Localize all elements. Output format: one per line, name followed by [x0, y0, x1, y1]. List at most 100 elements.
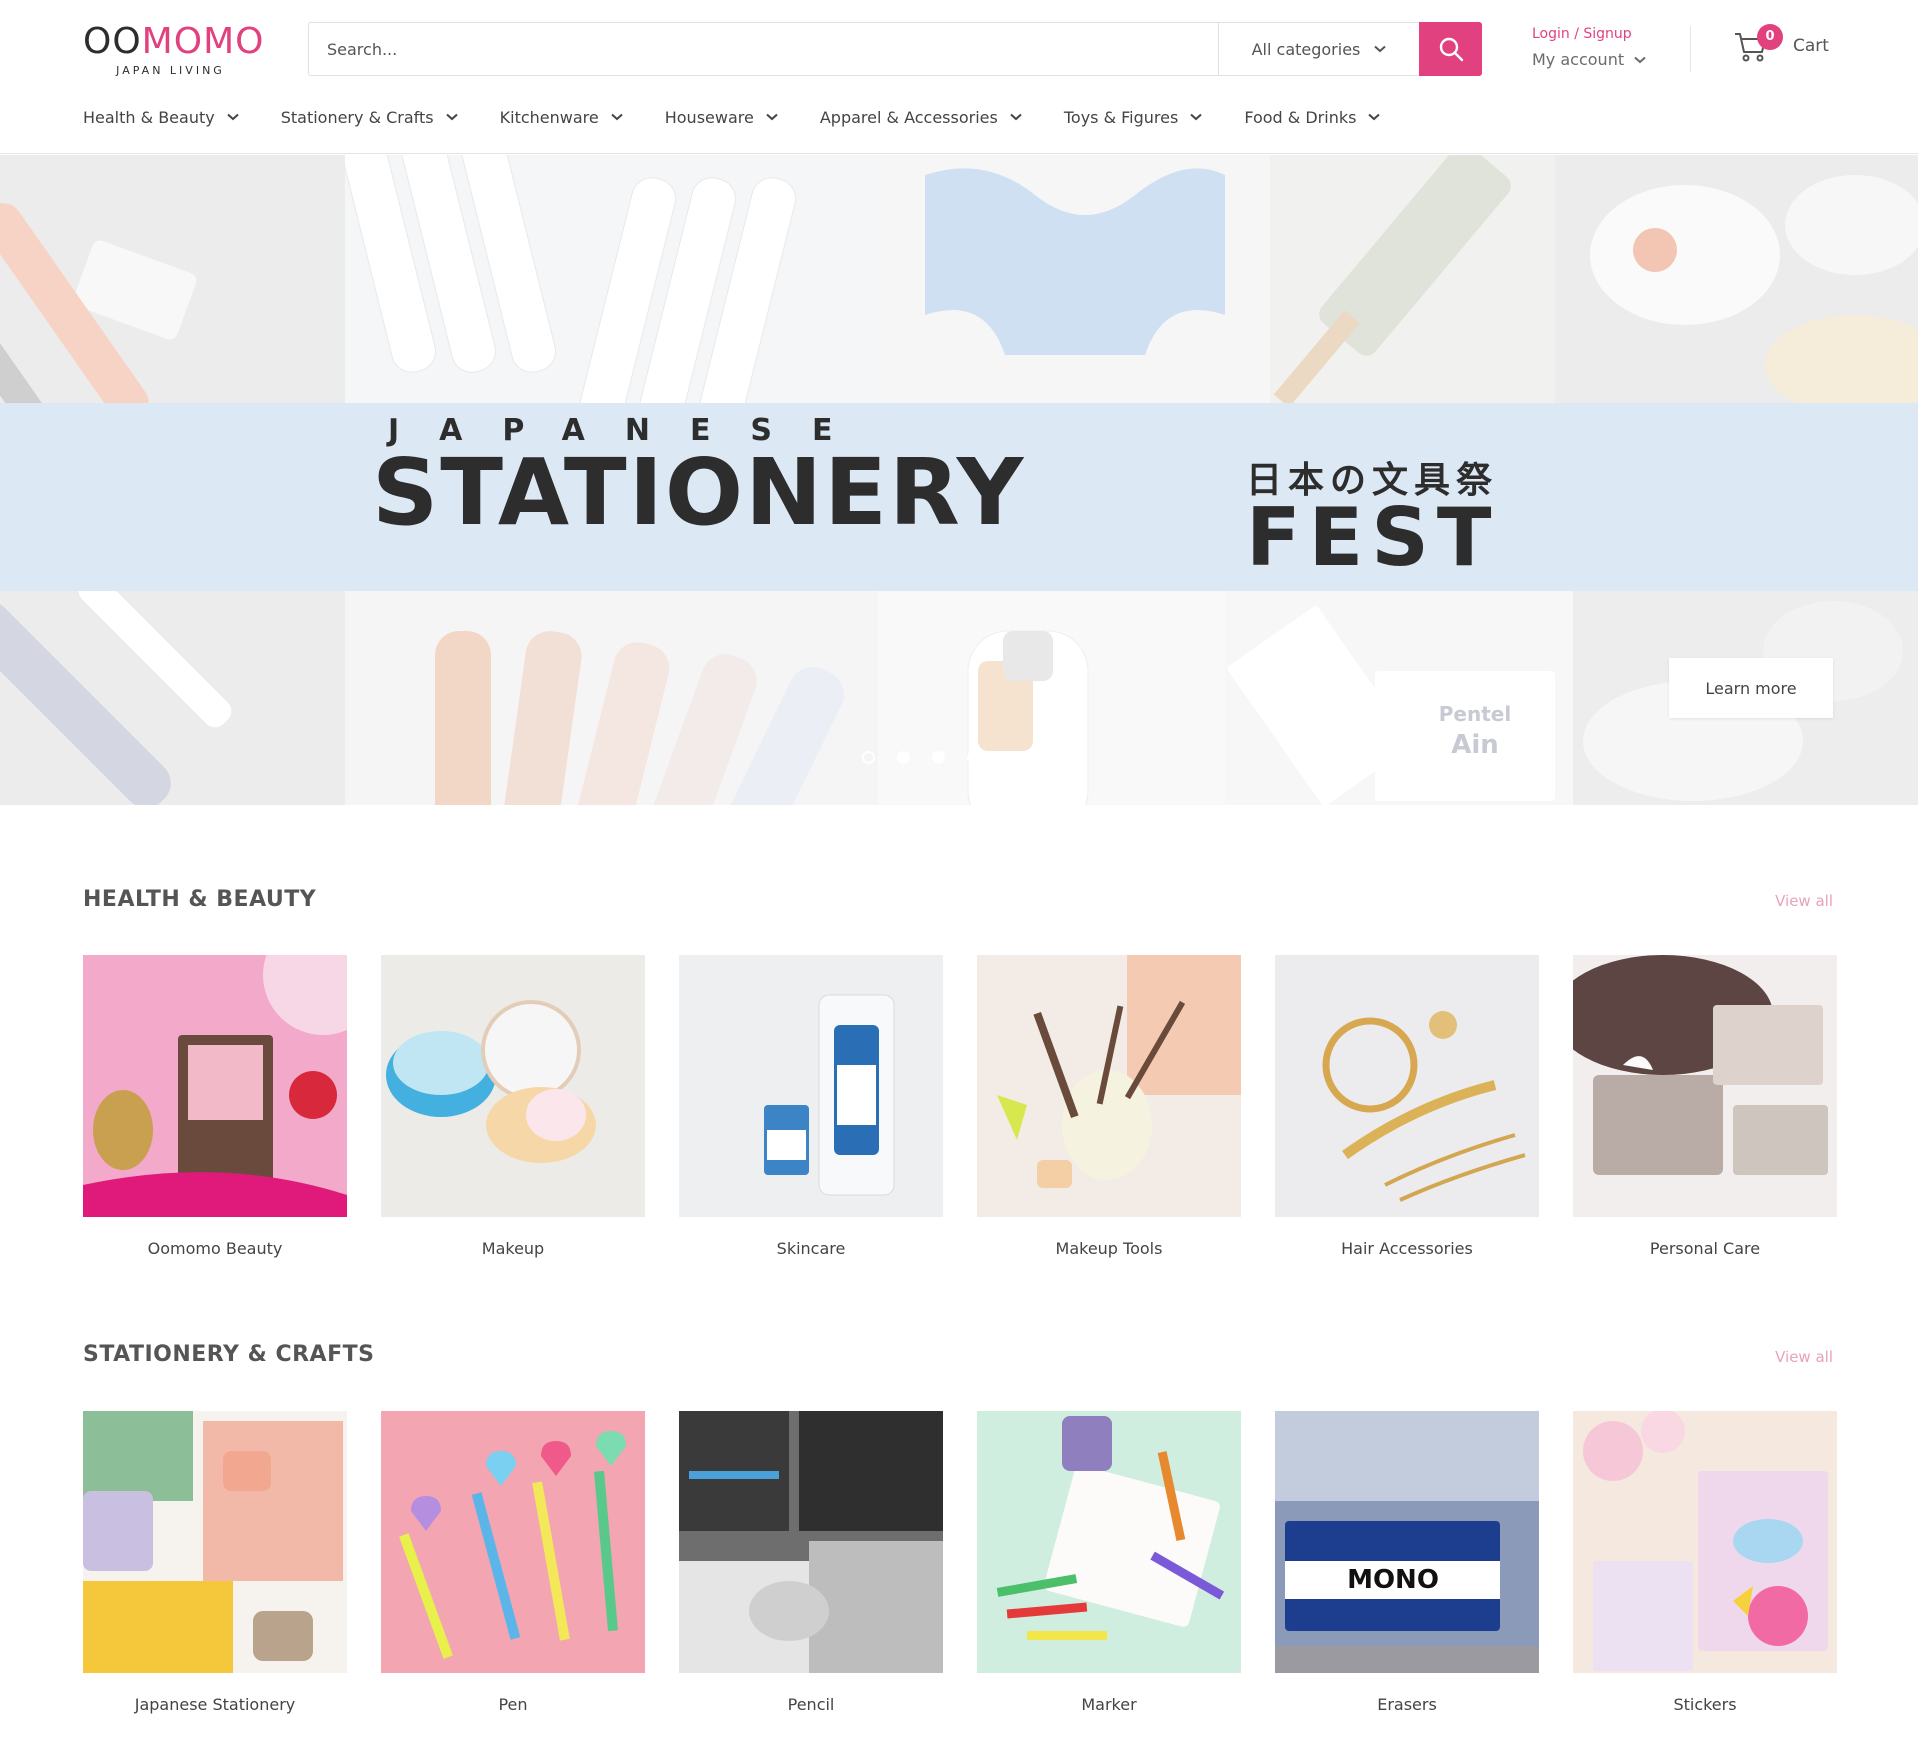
oomomo-logo[interactable]: OOMOMO JAPAN LIVING [83, 21, 265, 78]
category-card-stickers[interactable]: Stickers [1573, 1411, 1837, 1714]
nav-item-toys-figures[interactable]: Toys & Figures [1064, 108, 1202, 127]
cart-icon: 0 [1733, 24, 1783, 64]
nav-item-label: Apparel & Accessories [819, 107, 998, 127]
svg-text:MONO: MONO [1347, 1565, 1439, 1595]
banner-photo-markers [337, 155, 885, 433]
logo-wordmark: OOMOMO [83, 21, 265, 62]
search-input[interactable] [309, 23, 1218, 75]
banner-title-big: STATIONERY [372, 439, 1026, 546]
nav-item-label: Health & Beauty [83, 107, 215, 127]
cart-link[interactable]: 0 Cart [1733, 24, 1829, 64]
category-card-oomomo-beauty[interactable]: Oomomo Beauty [83, 955, 347, 1258]
nav-item-label: Toys & Figures [1063, 107, 1179, 127]
slider-dot[interactable] [967, 751, 980, 764]
account-menu: Login / Signup My account [1532, 26, 1646, 69]
search-icon [1439, 37, 1463, 62]
site-header: OOMOMO JAPAN LIVING All categories Login… [0, 0, 1918, 154]
slider-pagination [862, 751, 1050, 764]
category-label: Erasers [1377, 1695, 1437, 1714]
slider-dot[interactable] [862, 751, 875, 764]
banner-title-fest: FEST [1246, 491, 1500, 584]
category-grid-stationery-crafts: Japanese Stationery Pen Pencil Marker MO… [83, 1411, 1837, 1714]
chevron-down-icon [1374, 45, 1387, 53]
nav-item-food-drinks[interactable]: Food & Drinks [1244, 107, 1381, 127]
category-card-makeup[interactable]: Makeup [381, 955, 645, 1258]
login-signup-link[interactable]: Login / Signup [1532, 26, 1646, 42]
chevron-down-icon [227, 113, 239, 121]
nav-item-label: Stationery & Crafts [280, 107, 434, 127]
logo-tagline: JAPAN LIVING [116, 64, 225, 77]
my-account-label: My account [1532, 50, 1625, 69]
category-image [83, 955, 347, 1217]
nav-item-label: Houseware [664, 107, 754, 127]
banner-photo-clip [885, 155, 1270, 403]
chevron-down-icon [1190, 113, 1202, 121]
chevron-down-icon [1634, 56, 1646, 63]
category-image [1573, 955, 1837, 1217]
category-image [83, 1411, 347, 1673]
learn-more-button[interactable]: Learn more [1669, 658, 1833, 718]
banner-photo-pens [0, 155, 345, 490]
cart-count-badge: 0 [1757, 24, 1783, 50]
category-image [1573, 1411, 1837, 1673]
search-bar: All categories [308, 22, 1482, 76]
view-all-health-beauty-link[interactable]: View all [1775, 892, 1833, 910]
category-label: Pencil [787, 1695, 835, 1714]
nav-item-label: Food & Drinks [1244, 107, 1357, 127]
category-select-value: All categories [1251, 39, 1361, 59]
chevron-down-icon [1010, 113, 1022, 121]
nav-item-kitchenware[interactable]: Kitchenware [500, 108, 623, 127]
search-button[interactable] [1419, 22, 1482, 76]
slider-dot[interactable] [932, 751, 945, 764]
category-label: Hair Accessories [1341, 1239, 1473, 1258]
category-card-erasers[interactable]: MONO Erasers [1275, 1411, 1539, 1714]
category-label: Personal Care [1649, 1239, 1761, 1258]
my-account-dropdown[interactable]: My account [1532, 50, 1646, 69]
cart-label: Cart [1793, 36, 1829, 56]
nav-item-apparel-accessories[interactable]: Apparel & Accessories [820, 108, 1022, 127]
category-image: MONO [1275, 1411, 1539, 1673]
chevron-down-icon [445, 113, 458, 121]
nav-item-houseware[interactable]: Houseware [665, 108, 778, 127]
category-image [381, 955, 645, 1217]
category-image [679, 1411, 943, 1673]
nav-item-health-beauty[interactable]: Health & Beauty [83, 108, 239, 127]
nav-item-label: Kitchenware [499, 107, 599, 127]
header-divider [1690, 26, 1691, 72]
category-image [679, 955, 943, 1217]
category-card-skincare[interactable]: Skincare [679, 955, 943, 1258]
category-label: Makeup Tools [1055, 1239, 1163, 1258]
category-image [1275, 955, 1539, 1217]
category-card-makeup-tools[interactable]: Makeup Tools [977, 955, 1241, 1258]
banner-photo-plush [1555, 155, 1918, 415]
category-card-marker[interactable]: Marker [977, 1411, 1241, 1714]
chevron-down-icon [766, 113, 778, 121]
slider-dot[interactable] [1002, 751, 1015, 764]
svg-text:Pentel: Pentel [1439, 702, 1511, 726]
category-grid-health-beauty: Oomomo Beauty Makeup Skincare Makeup Too… [83, 955, 1837, 1258]
view-all-stationery-crafts-link[interactable]: View all [1775, 1348, 1833, 1366]
category-label: Marker [1081, 1695, 1137, 1714]
category-card-hair-accessories[interactable]: Hair Accessories [1275, 955, 1539, 1258]
chevron-down-icon [611, 113, 623, 121]
banner-photo-erasers: Pentel Ain [1225, 591, 1573, 805]
category-card-pen[interactable]: Pen [381, 1411, 645, 1714]
category-card-japanese-stationery[interactable]: Japanese Stationery [83, 1411, 347, 1714]
slider-dot[interactable] [1037, 751, 1050, 764]
category-label: Oomomo Beauty [147, 1239, 283, 1258]
section-title-health-beauty: HEALTH & BEAUTY [83, 887, 317, 912]
category-card-pencil[interactable]: Pencil [679, 1411, 943, 1714]
slider-dot[interactable] [897, 751, 910, 764]
category-card-personal-care[interactable]: Personal Care [1573, 955, 1837, 1258]
category-label: Japanese Stationery [134, 1695, 296, 1714]
hero-banner-slider[interactable]: Pentel Ain JAPANESE STATIONERY 日本の文具祭 FES… [0, 155, 1918, 805]
banner-photo-glue [878, 591, 1225, 805]
main-nav: Health & Beauty Stationery & Crafts Kitc… [83, 102, 1422, 132]
svg-text:Ain: Ain [1451, 730, 1499, 760]
category-select[interactable]: All categories [1218, 23, 1419, 75]
section-title-stationery-crafts: STATIONERY & CRAFTS [83, 1342, 375, 1367]
category-label: Skincare [776, 1239, 846, 1258]
nav-item-stationery-crafts[interactable]: Stationery & Crafts [281, 108, 458, 127]
category-image [977, 955, 1241, 1217]
banner-photo-gel-pens [0, 574, 345, 805]
